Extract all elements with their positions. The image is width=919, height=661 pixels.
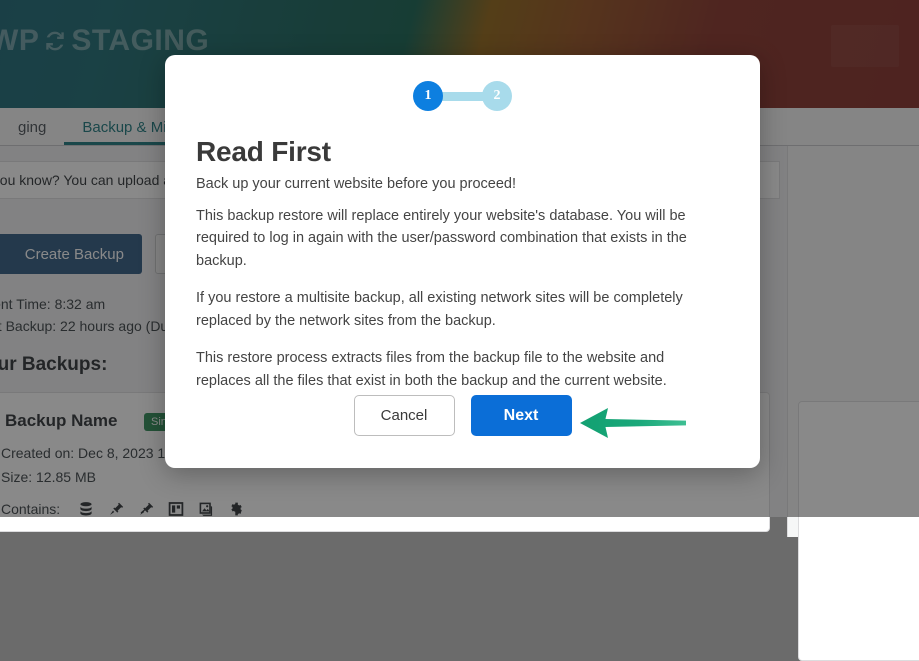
modal-action-bar: Cancel Next — [165, 395, 760, 436]
step-indicator: 1 2 — [165, 81, 760, 111]
read-first-modal: 1 2 Read First Back up your current webs… — [165, 55, 760, 468]
step-connector-line — [440, 91, 485, 101]
step-2-circle[interactable]: 2 — [482, 81, 512, 111]
step-1-circle[interactable]: 1 — [413, 81, 443, 111]
modal-body: This backup restore will replace entirel… — [196, 205, 716, 407]
modal-paragraph-3: This restore process extracts files from… — [196, 350, 667, 389]
cancel-button[interactable]: Cancel — [353, 395, 455, 436]
modal-lead-text: Back up your current website before you … — [196, 176, 516, 192]
modal-paragraph-1: This backup restore will replace entirel… — [196, 208, 687, 269]
next-button[interactable]: Next — [470, 395, 572, 436]
modal-paragraph-2: If you restore a multisite backup, all e… — [196, 290, 683, 329]
modal-title: Read First — [196, 136, 331, 167]
